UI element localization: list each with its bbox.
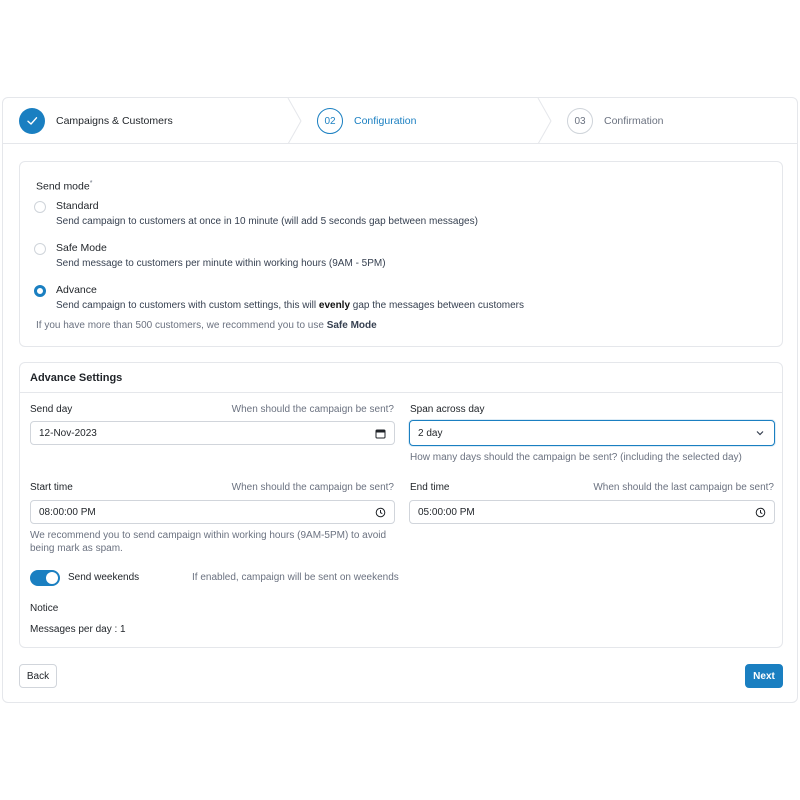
start-time-label: Start time — [30, 482, 73, 493]
campaign-wizard: Campaigns & Customers 02 Configuration 0… — [2, 97, 798, 703]
span-across-day-label: Span across day — [410, 404, 485, 415]
toggle-knob — [46, 572, 58, 584]
send-day-label: Send day — [30, 404, 73, 415]
send-weekends-label: Send weekends — [68, 572, 140, 583]
option-description: Send campaign to customers with custom s… — [56, 300, 525, 311]
wizard-stepper: Campaigns & Customers 02 Configuration 0… — [3, 98, 797, 144]
step-label: Confirmation — [604, 115, 664, 127]
required-mark: * — [89, 180, 93, 187]
radio-button[interactable] — [34, 201, 46, 213]
send-weekends-hint: If enabled, campaign will be sent on wee… — [192, 572, 399, 583]
start-time-hint: When should the campaign be sent? — [231, 482, 394, 493]
span-across-day-help: How many days should the campaign be sen… — [410, 452, 742, 463]
notice-title: Notice — [30, 603, 59, 614]
option-title: Advance — [56, 284, 97, 296]
end-time-input[interactable]: 05:00:00 PM — [409, 500, 775, 524]
send-mode-title: Send mode* — [36, 180, 93, 193]
chevron-divider-icon — [287, 98, 302, 144]
notice-text: Messages per day : 1 — [30, 624, 126, 635]
advance-settings-title: Advance Settings — [30, 372, 123, 384]
clock-icon[interactable] — [374, 506, 386, 518]
step-label: Configuration — [354, 115, 417, 127]
advance-settings-card: Advance Settings Send day When should th… — [19, 362, 783, 648]
send-mode-card: Send mode* Standard Send campaign to cus… — [19, 161, 783, 347]
span-across-day-select[interactable]: 2 day — [409, 420, 775, 446]
send-day-value: 12-Nov-2023 — [39, 427, 97, 439]
calendar-icon[interactable] — [374, 427, 386, 439]
chevron-down-icon — [754, 427, 766, 439]
chevron-divider-icon — [537, 98, 552, 144]
send-weekends-toggle[interactable] — [30, 570, 60, 586]
radio-button[interactable] — [34, 243, 46, 255]
send-day-input[interactable]: 12-Nov-2023 — [30, 421, 395, 445]
option-title: Safe Mode — [56, 242, 107, 254]
end-time-value: 05:00:00 PM — [418, 506, 475, 518]
option-description: Send campaign to customers at once in 10… — [56, 216, 478, 227]
send-day-hint: When should the campaign be sent? — [231, 404, 394, 415]
option-title: Standard — [56, 200, 99, 212]
end-time-hint: When should the last campaign be sent? — [593, 482, 774, 493]
check-icon — [27, 117, 38, 125]
step-number-badge: 02 — [317, 108, 343, 134]
next-button[interactable]: Next — [745, 664, 783, 688]
advance-settings-header: Advance Settings — [20, 363, 782, 393]
step-label: Campaigns & Customers — [56, 115, 173, 127]
start-time-input[interactable]: 08:00:00 PM — [30, 500, 395, 524]
step-configuration[interactable]: 02 Configuration — [317, 98, 416, 144]
start-time-value: 08:00:00 PM — [39, 506, 96, 518]
end-time-label: End time — [410, 482, 450, 493]
option-description: Send message to customers per minute wit… — [56, 258, 386, 269]
send-mode-hint: If you have more than 500 customers, we … — [36, 320, 377, 331]
clock-icon[interactable] — [754, 506, 766, 518]
start-time-help: We recommend you to send campaign within… — [30, 530, 387, 554]
span-across-day-value: 2 day — [418, 427, 443, 439]
step-number-badge: 03 — [567, 108, 593, 134]
back-button[interactable]: Back — [19, 664, 57, 688]
step-campaigns-customers[interactable]: Campaigns & Customers — [19, 98, 173, 144]
step-confirmation[interactable]: 03 Confirmation — [567, 98, 664, 144]
radio-button-selected[interactable] — [34, 285, 46, 297]
step-completed-badge — [19, 108, 45, 134]
